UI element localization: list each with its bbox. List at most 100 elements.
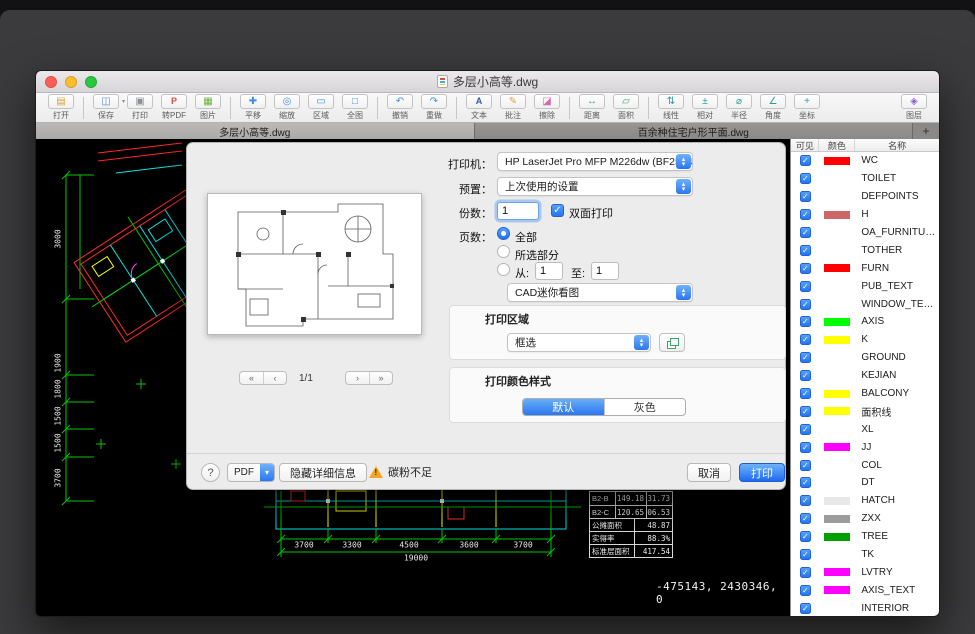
- layer-row[interactable]: AXIS: [791, 313, 939, 331]
- text-icon[interactable]: A: [466, 94, 492, 109]
- image-icon[interactable]: ▦: [195, 94, 221, 109]
- layer-visible-checkbox[interactable]: [800, 209, 811, 220]
- layer-color-swatch[interactable]: [824, 264, 850, 272]
- toolbar-item-redo[interactable]: ↷重做: [417, 94, 451, 121]
- layer-color-swatch[interactable]: [824, 604, 850, 612]
- pages-radio-all[interactable]: [497, 227, 510, 240]
- copies-input[interactable]: [497, 202, 539, 220]
- toolbar-item-print[interactable]: ▣打印: [123, 94, 157, 121]
- layer-row[interactable]: HATCH: [791, 492, 939, 510]
- print-button[interactable]: 打印: [739, 463, 785, 482]
- app-options-select[interactable]: CAD迷你看图: [507, 283, 693, 302]
- layer-color-swatch[interactable]: [824, 336, 850, 344]
- erase-icon[interactable]: ◪: [534, 94, 560, 109]
- pdf-menu-button[interactable]: PDF: [227, 463, 275, 482]
- cad-canvas[interactable]: B2-B149.18131.73B2-C120.65106.53公摊面积48.8…: [36, 139, 790, 617]
- pages-from-input[interactable]: [535, 262, 563, 280]
- toolbar-item-pan[interactable]: ✚平移: [236, 94, 270, 121]
- layer-color-swatch[interactable]: [824, 533, 850, 541]
- hide-details-button[interactable]: 隐藏详细信息: [279, 463, 367, 482]
- layer-visible-checkbox[interactable]: [800, 442, 811, 453]
- toolbar-item-annotate[interactable]: ✎批注: [496, 94, 530, 121]
- radius-icon[interactable]: ⌀: [726, 94, 752, 109]
- layer-color-swatch[interactable]: [824, 354, 850, 362]
- close-button[interactable]: [45, 76, 57, 88]
- layer-color-swatch[interactable]: [824, 568, 850, 576]
- layer-row[interactable]: TREE: [791, 528, 939, 546]
- layer-color-swatch[interactable]: [824, 282, 850, 290]
- layer-row[interactable]: AXIS_TEXT: [791, 581, 939, 599]
- layer-visible-checkbox[interactable]: [800, 531, 811, 542]
- layer-color-swatch[interactable]: [824, 318, 850, 326]
- layer-color-swatch[interactable]: [824, 157, 850, 165]
- toolbar-item-erase[interactable]: ◪擦除: [530, 94, 564, 121]
- layer-row[interactable]: OA_FURNITU…: [791, 224, 939, 242]
- layer-visible-checkbox[interactable]: [800, 334, 811, 345]
- layer-row[interactable]: WINDOW_TE…: [791, 295, 939, 313]
- layer-row[interactable]: JJ: [791, 438, 939, 456]
- layer-row[interactable]: BALCONY: [791, 385, 939, 403]
- region-icon[interactable]: ▭: [308, 94, 334, 109]
- layer-visible-checkbox[interactable]: [800, 477, 811, 488]
- layer-visible-checkbox[interactable]: [800, 281, 811, 292]
- zoom-icon[interactable]: ◎: [274, 94, 300, 109]
- toolbar-item-image[interactable]: ▦图片: [191, 94, 225, 121]
- layer-row[interactable]: DT: [791, 474, 939, 492]
- relative-icon[interactable]: ±: [692, 94, 718, 109]
- area-icon[interactable]: ▱: [613, 94, 639, 109]
- color-style-option[interactable]: 灰色: [604, 399, 686, 415]
- layer-color-swatch[interactable]: [824, 211, 850, 219]
- first-page-button[interactable]: «: [240, 372, 263, 384]
- layer-color-swatch[interactable]: [824, 425, 850, 433]
- layer-visible-checkbox[interactable]: [800, 299, 811, 310]
- layer-row[interactable]: TOILET: [791, 170, 939, 188]
- annotate-icon[interactable]: ✎: [500, 94, 526, 109]
- layer-row[interactable]: LVTRY: [791, 563, 939, 581]
- layer-row[interactable]: GROUND: [791, 349, 939, 367]
- undo-icon[interactable]: ↶: [387, 94, 413, 109]
- minimize-button[interactable]: [65, 76, 77, 88]
- linear-icon[interactable]: ⇅: [658, 94, 684, 109]
- layer-color-swatch[interactable]: [824, 551, 850, 559]
- toolbar-item-pdf[interactable]: P转PDF: [157, 94, 191, 121]
- last-page-button[interactable]: »: [369, 372, 392, 384]
- toolbar-item-zoom[interactable]: ◎缩放: [270, 94, 304, 121]
- pick-area-button[interactable]: [659, 333, 685, 352]
- layer-row[interactable]: TOTHER: [791, 241, 939, 259]
- toolbar-item-linear[interactable]: ⇅线性: [654, 94, 688, 121]
- help-button[interactable]: ?: [201, 463, 220, 482]
- layer-visible-checkbox[interactable]: [800, 603, 811, 614]
- toolbar-item-text[interactable]: A文本: [462, 94, 496, 121]
- layer-row[interactable]: INTERIOR: [791, 599, 939, 617]
- layer-visible-checkbox[interactable]: [800, 155, 811, 166]
- layer-visible-checkbox[interactable]: [800, 406, 811, 417]
- pages-to-input[interactable]: [591, 262, 619, 280]
- layer-visible-checkbox[interactable]: [800, 316, 811, 327]
- distance-icon[interactable]: ↔: [579, 94, 605, 109]
- toolbar-item-coordinate[interactable]: +坐标: [790, 94, 824, 121]
- layer-visible-checkbox[interactable]: [800, 567, 811, 578]
- layer-row[interactable]: PUB_TEXT: [791, 277, 939, 295]
- toolbar-item-layers[interactable]: ◈图层: [897, 94, 931, 121]
- add-tab-button[interactable]: +: [913, 123, 939, 139]
- layer-color-swatch[interactable]: [824, 175, 850, 183]
- zoom-button[interactable]: [85, 76, 97, 88]
- layer-visible-checkbox[interactable]: [800, 191, 811, 202]
- layer-visible-checkbox[interactable]: [800, 513, 811, 524]
- document-tab[interactable]: 百余种住宅户形平面.dwg: [475, 123, 914, 139]
- layer-color-swatch[interactable]: [824, 229, 850, 237]
- presets-select[interactable]: 上次使用的设置: [497, 177, 693, 196]
- toolbar-item-save[interactable]: ◫▾保存: [89, 94, 123, 121]
- toolbar-item-radius[interactable]: ⌀半径: [722, 94, 756, 121]
- layer-visible-checkbox[interactable]: [800, 549, 811, 560]
- layer-row[interactable]: H: [791, 206, 939, 224]
- toolbar-item-relative[interactable]: ±相对: [688, 94, 722, 121]
- toolbar-item-fullview[interactable]: □全图: [338, 94, 372, 121]
- print-area-select[interactable]: 框选: [507, 333, 651, 352]
- layer-visible-checkbox[interactable]: [800, 352, 811, 363]
- pages-radio-range[interactable]: [497, 263, 510, 276]
- redo-icon[interactable]: ↷: [421, 94, 447, 109]
- layer-color-swatch[interactable]: [824, 246, 850, 254]
- pages-radio-selection[interactable]: [497, 245, 510, 258]
- layer-visible-checkbox[interactable]: [800, 263, 811, 274]
